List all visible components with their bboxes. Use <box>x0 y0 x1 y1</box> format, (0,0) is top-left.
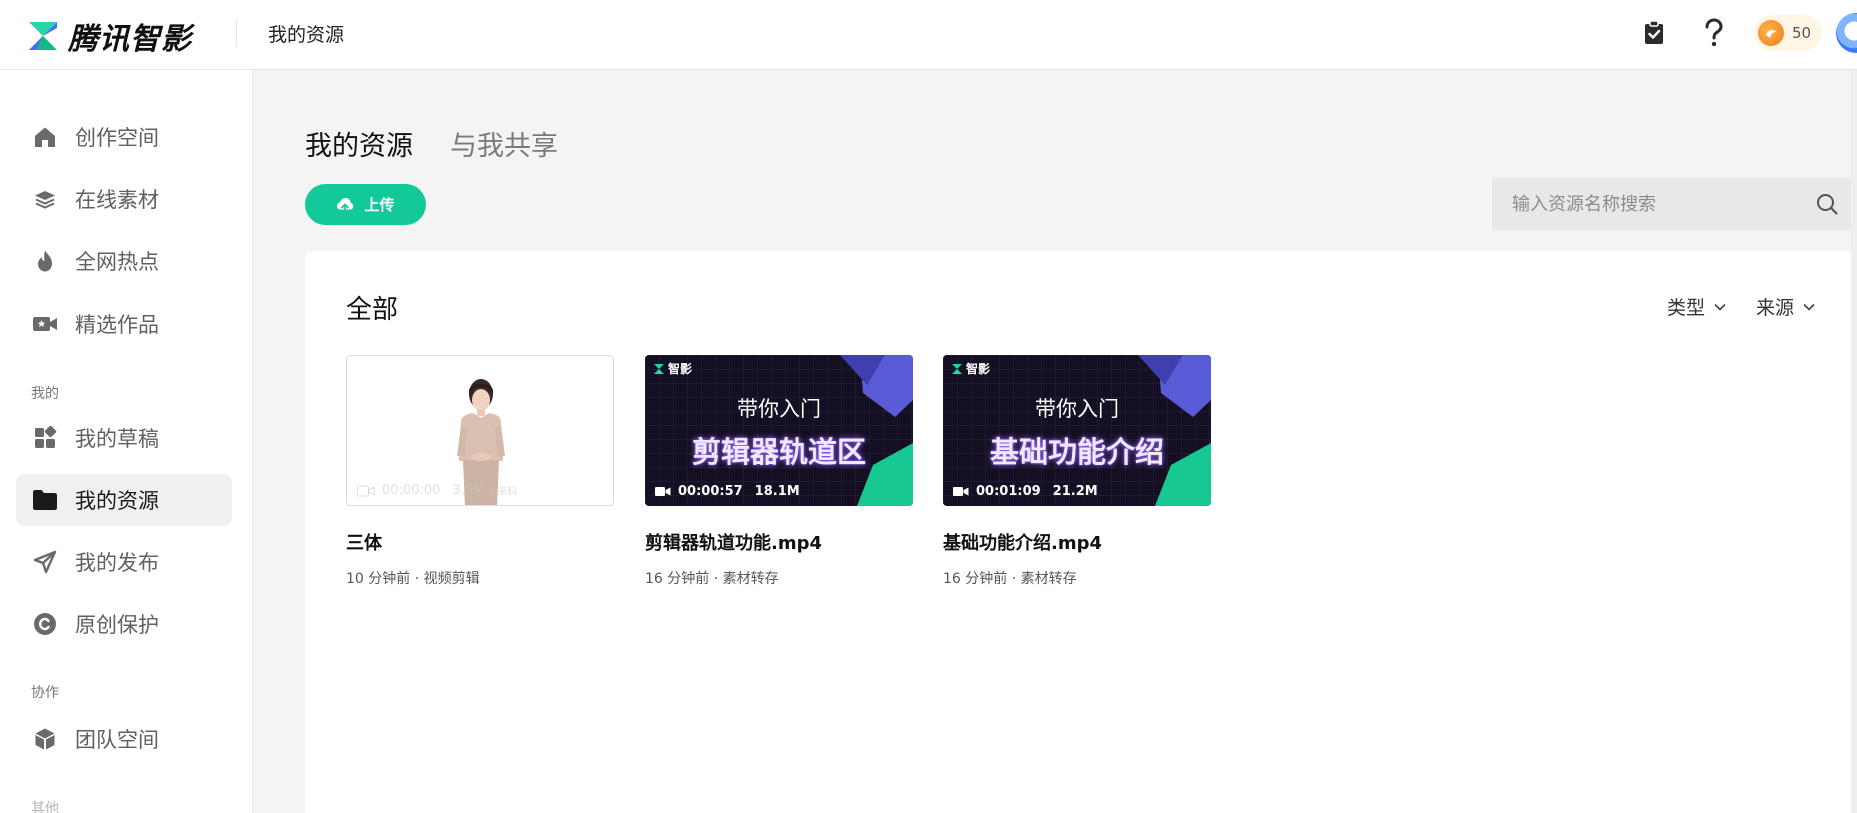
sidebar-item-online-assets[interactable]: 在线素材 <box>16 173 232 225</box>
section-label-mine: 我的 <box>31 386 59 402</box>
thumbnail-headline: 剪辑器轨道区 <box>691 435 866 469</box>
resource-card[interactable]: 00:00:00 3.5M 未来科 三体 10 分钟前 · 视频剪辑 <box>346 355 614 588</box>
thumbnail-subtitle: 带你入门 <box>1035 397 1119 421</box>
sidebar-item-label: 全网热点 <box>75 250 159 274</box>
brand-name: 腾讯智影 <box>68 22 192 57</box>
card-meta: 16 分钟前 · 素材转存 <box>645 571 779 587</box>
tab-shared-with-me[interactable]: 与我共享 <box>450 124 558 163</box>
page-scrollbar[interactable] <box>1851 70 1857 813</box>
thumbnail-logo-text: 智影 <box>668 362 693 376</box>
search-input[interactable] <box>1492 178 1801 230</box>
video-duration: 00:00:00 <box>382 483 441 498</box>
video-thumbnail[interactable]: 智影 带你入门 基础功能介绍 00:01:09 21.2M <box>943 355 1211 506</box>
video-thumbnail[interactable]: 00:00:00 3.5M 未来科 <box>346 355 614 506</box>
card-title[interactable]: 基础功能介绍.mp4 <box>943 529 1211 555</box>
source-filter-dropdown[interactable]: 来源 <box>1756 293 1816 320</box>
sidebar-item-my-publications[interactable]: 我的发布 <box>16 536 232 588</box>
cloud-upload-icon <box>337 197 354 213</box>
resource-search <box>1492 178 1853 230</box>
sidebar: 创作空间 在线素材 全网热点 精选作品 我的 我的草稿 我的资源 我的发布 原创… <box>0 70 253 813</box>
clipboard-check-icon[interactable] <box>1636 15 1672 51</box>
video-info: 00:01:09 21.2M <box>953 484 1098 499</box>
video-size: 18.1M <box>754 484 800 499</box>
chevron-down-icon <box>1803 303 1815 311</box>
type-filter-dropdown[interactable]: 类型 <box>1667 293 1727 320</box>
type-filter-label: 类型 <box>1667 297 1706 319</box>
sidebar-item-label: 精选作品 <box>75 313 159 337</box>
upload-button-label: 上传 <box>364 196 395 214</box>
sidebar-item-my-drafts[interactable]: 我的草稿 <box>16 412 232 464</box>
resource-card[interactable]: 智影 带你入门 基础功能介绍 00:01:09 21.2M 基础功能介绍.mp4… <box>943 355 1211 588</box>
video-thumbnail[interactable]: 智影 带你入门 剪辑器轨道区 00:00:57 18.1M <box>645 355 913 506</box>
sidebar-item-featured-works[interactable]: 精选作品 <box>16 298 232 350</box>
sidebar-item-label: 原创保护 <box>75 613 159 637</box>
section-title: 全部 <box>346 295 399 325</box>
cube-icon <box>32 726 58 752</box>
sidebar-item-original-protection[interactable]: 原创保护 <box>16 598 232 650</box>
thumbnail-logo-text: 智影 <box>966 362 991 376</box>
copyright-icon <box>32 611 58 637</box>
watermark: 未来科 <box>487 487 518 498</box>
video-camera-icon <box>953 487 969 496</box>
sidebar-item-label: 创作空间 <box>75 126 159 150</box>
sidebar-item-my-resources[interactable]: 我的资源 <box>16 474 232 526</box>
section-label-collab: 协作 <box>31 685 59 701</box>
video-camera-icon <box>655 487 671 496</box>
coin-icon <box>1758 20 1784 46</box>
sidebar-item-team-space[interactable]: 团队空间 <box>16 713 232 765</box>
card-title[interactable]: 剪辑器轨道功能.mp4 <box>645 529 913 555</box>
video-info: 00:00:00 3.5M 未来科 <box>357 483 517 498</box>
sidebar-item-label: 团队空间 <box>75 728 159 752</box>
chevron-down-icon <box>1714 303 1726 311</box>
video-star-icon <box>32 311 58 337</box>
video-size: 21.2M <box>1052 484 1098 499</box>
top-header: 腾讯智影 我的资源 50 <box>0 0 1857 70</box>
video-size: 3.5M <box>452 483 485 498</box>
home-icon <box>32 124 58 150</box>
search-icon[interactable] <box>1801 178 1853 230</box>
layers-icon <box>32 186 58 212</box>
sidebar-item-label: 在线素材 <box>75 188 159 212</box>
card-meta: 16 分钟前 · 素材转存 <box>943 571 1077 587</box>
thumbnail-logo: 智影 <box>653 360 692 377</box>
resource-card[interactable]: 智影 带你入门 剪辑器轨道区 00:00:57 18.1M 剪辑器轨道功能.mp… <box>645 355 913 588</box>
card-meta: 10 分钟前 · 视频剪辑 <box>346 571 480 587</box>
logo-mark-icon <box>29 22 57 50</box>
page-title: 我的资源 <box>268 24 345 46</box>
coin-balance[interactable]: 50 <box>1754 15 1822 51</box>
thumbnail-headline: 基础功能介绍 <box>989 435 1164 469</box>
sidebar-item-label: 我的发布 <box>75 551 159 575</box>
send-icon <box>32 549 58 575</box>
resource-panel: 全部 类型 来源 00:00:00 3.5M 未来科 三体 10 分钟前 · 视… <box>305 251 1853 813</box>
brand-logo[interactable]: 腾讯智影 <box>26 14 192 58</box>
sidebar-item-label: 我的草稿 <box>75 427 159 451</box>
coin-count: 50 <box>1792 24 1812 42</box>
video-info: 00:00:57 18.1M <box>655 484 800 499</box>
header-divider <box>236 19 237 47</box>
sidebar-item-creation-space[interactable]: 创作空间 <box>16 111 232 163</box>
card-title[interactable]: 三体 <box>346 529 614 555</box>
thumbnail-subtitle: 带你入门 <box>737 397 821 421</box>
video-camera-icon <box>357 485 375 496</box>
video-duration: 00:01:09 <box>976 484 1041 499</box>
video-duration: 00:00:57 <box>678 484 743 499</box>
avatar[interactable] <box>1836 13 1857 53</box>
logo-mark-icon <box>654 363 664 374</box>
upload-button[interactable]: 上传 <box>305 184 426 225</box>
tab-my-resources[interactable]: 我的资源 <box>305 124 413 163</box>
fire-icon <box>32 248 58 274</box>
sidebar-item-hot-topics[interactable]: 全网热点 <box>16 235 232 287</box>
source-filter-label: 来源 <box>1756 297 1795 319</box>
help-icon[interactable] <box>1696 15 1732 51</box>
folder-icon <box>32 487 58 513</box>
logo-mark-icon <box>952 363 962 374</box>
thumbnail-logo: 智影 <box>951 360 990 377</box>
apps-icon <box>32 425 58 451</box>
section-label-other: 其他 <box>31 801 59 813</box>
sidebar-item-label: 我的资源 <box>75 489 159 513</box>
